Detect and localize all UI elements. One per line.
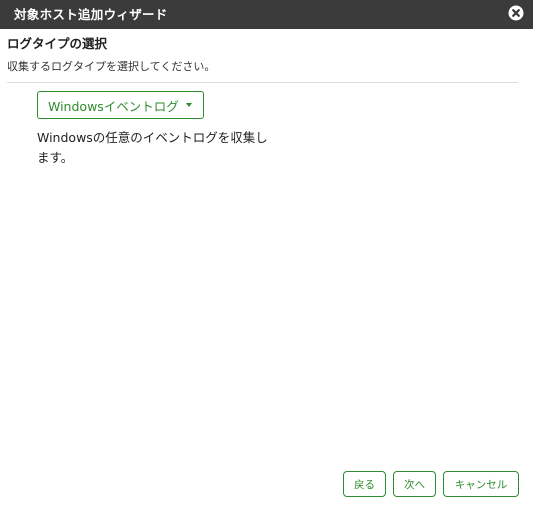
section-title: ログタイプの選択 <box>7 36 108 51</box>
log-type-description: Windowsの任意のイベントログを収集します。 <box>37 130 268 165</box>
cancel-button[interactable]: キャンセル <box>443 471 519 497</box>
dialog-titlebar: 対象ホスト追加ウィザード <box>0 0 533 29</box>
back-button[interactable]: 戻る <box>343 471 386 497</box>
divider <box>7 82 518 83</box>
next-button[interactable]: 次へ <box>393 471 436 497</box>
section-description: 収集するログタイプを選択してください。 <box>7 60 216 73</box>
log-type-selected: Windowsイベントログ <box>48 98 179 114</box>
close-icon[interactable] <box>508 5 524 21</box>
wizard-dialog: 対象ホスト追加ウィザード ログタイプの選択 収集するログタイプを選択してください… <box>0 0 533 506</box>
caret-down-icon <box>185 103 192 107</box>
dialog-title: 対象ホスト追加ウィザード <box>14 7 168 22</box>
log-type-dropdown[interactable]: Windowsイベントログ <box>37 91 204 119</box>
